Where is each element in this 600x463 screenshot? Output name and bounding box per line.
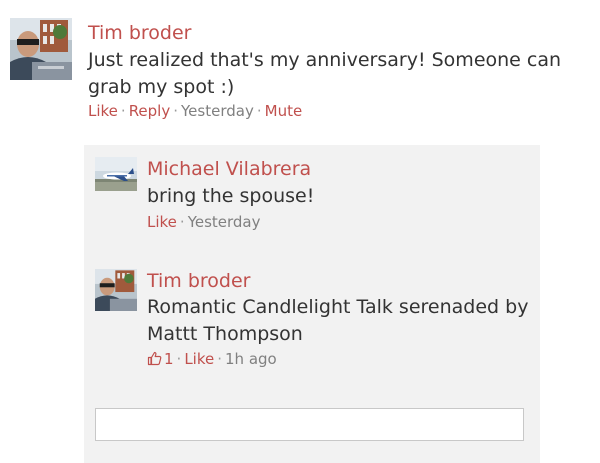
reply-link[interactable]: Reply xyxy=(129,102,171,120)
separator: · xyxy=(176,350,182,368)
avatar[interactable] xyxy=(95,157,137,191)
timestamp: Yesterday xyxy=(181,102,254,120)
reply-text: Romantic Candlelight Talk serenaded by M… xyxy=(147,296,529,345)
like-link[interactable]: Like xyxy=(147,213,177,231)
author-name[interactable]: Tim broder xyxy=(147,269,251,293)
author-name[interactable]: Tim broder xyxy=(88,21,192,45)
like-count[interactable]: 1 xyxy=(164,350,174,368)
airplane-photo-icon xyxy=(95,157,137,191)
avatar[interactable] xyxy=(10,18,72,80)
separator: · xyxy=(179,213,185,231)
reply-actions: 1 · Like · 1h ago xyxy=(147,349,277,371)
thumbs-up-icon[interactable] xyxy=(147,351,162,371)
timestamp: 1h ago xyxy=(225,350,277,368)
comment-text: Just realized that's my anniversary! Som… xyxy=(88,49,562,98)
timestamp: Yesterday xyxy=(187,213,261,231)
comment-actions: Like · Reply · Yesterday · Mute xyxy=(88,101,302,121)
reply-input[interactable] xyxy=(95,408,524,441)
author-name[interactable]: Michael Vilabrera xyxy=(147,157,311,181)
reply-text: bring the spouse! xyxy=(147,185,315,207)
mute-link[interactable]: Mute xyxy=(265,102,303,120)
person-photo-icon xyxy=(10,18,72,80)
separator: · xyxy=(217,350,223,368)
separator: · xyxy=(256,102,262,120)
separator: · xyxy=(173,102,179,120)
reply-actions: Like · Yesterday xyxy=(147,212,261,232)
avatar[interactable] xyxy=(95,269,137,311)
person-photo-icon xyxy=(95,269,137,311)
like-link[interactable]: Like xyxy=(88,102,118,120)
like-link[interactable]: Like xyxy=(184,350,214,368)
separator: · xyxy=(120,102,126,120)
